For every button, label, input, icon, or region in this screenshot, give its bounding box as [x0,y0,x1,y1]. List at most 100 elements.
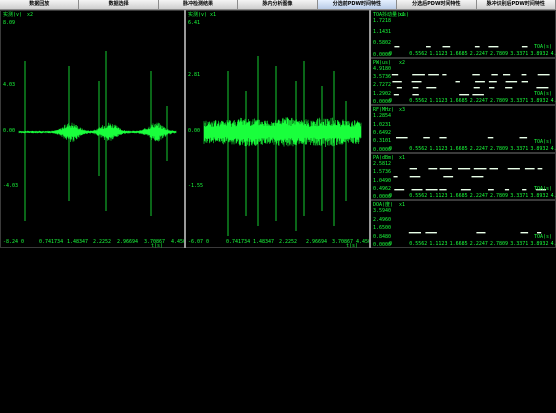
pdw-panel-5: DOA(度) x1 3.5940 2.4960 1.6500 0.8480 0.0000 TO… [370,200,556,248]
left-ytick-2: 4.03 [3,82,16,88]
middle-waveform-plot: 实测(v) x1 2.81 0.00 -1.55 -6.07 6.41 0 0.… [185,10,377,249]
pdw-mark [439,188,447,191]
pdw-mark [425,232,437,234]
pdw-mark [458,167,471,170]
pdw-mark [443,175,454,178]
pdw-panel-3-xtick-2: 0.5562 [409,145,428,152]
pdw-mark [521,80,528,82]
left-plot-title: 实测(v) [3,12,23,18]
pdw-mark [475,80,485,82]
tab-1[interactable]: 数据回放 [0,0,80,10]
pdw-panel-tag-3: x3 [399,107,406,114]
pdw-panel-1-ytick-3: 0.5802 [373,40,392,47]
pdw-panel-tag-5: x1 [399,202,406,209]
left-xtick-4: 2.2252 [93,239,112,245]
pdw-mark [472,73,480,75]
pdw-panel-4-xtick-3: 1.1123 [429,193,448,200]
pdw-panel-2-xtick-3: 1.1123 [429,98,448,105]
pdw-mark [423,137,430,139]
pdw-mark [537,167,543,170]
pdw-panel-1: TOA抖动量(us) x1 1.7218 1.1431 0.5802 0.0000 TOA(… [370,10,556,58]
left-waveform-plot: 实测(v) x2 8.09 4.03 0.00 -4.03 -8.24 0 0.… [0,10,192,249]
pdw-mark [408,232,421,234]
pdw-panel-1-ytick-1: 1.7218 [373,18,392,24]
pdw-panel-5-xtick-8: 3.8932 [530,240,549,247]
pdw-mark [396,86,402,88]
tab-6[interactable]: 分选后PDW时间特性 [397,0,477,10]
pdw-mark [504,188,510,191]
pdw-mark [489,167,498,170]
pdw-panel-5-ytick-1: 3.5940 [373,208,392,215]
pdw-mark [488,188,494,191]
tab-3[interactable]: 脉冲检测结果 [158,0,239,10]
pdw-mark [537,73,550,75]
pdw-panel-4-ytick-2: 1.5736 [373,169,392,176]
pdw-panel-5-xtick-2: 0.5562 [409,240,428,247]
left-xtick-2: 0.741734 [39,239,64,245]
pdw-panel-2-xtick-8: 3.8932 [530,98,549,105]
pdw-mark [412,86,419,88]
pdw-panel-1-xtick-1: 0 [389,50,393,57]
middle-xaxis-tag: t(s) [346,243,359,249]
pdw-panel-4-xtick-2: 0.5562 [409,193,428,200]
pdw-mark [391,73,399,75]
pdw-mark [505,80,518,82]
pdw-panel-4: PA(dBm) x1 2.5812 1.5736 1.0490 0.4962 0.0000 T… [370,152,556,201]
pdw-mark [460,188,471,191]
tab-5[interactable]: 分选前PDW时间特性 [317,0,398,10]
pdw-mark [439,167,452,170]
middle-ytick-1: 6.41 [188,20,201,26]
pdw-mark [411,188,423,191]
pdw-panel-title-2: PW(us) [373,59,392,66]
pdw-panel-2-xtick-2: 0.5562 [409,98,428,105]
pdw-mark [412,93,419,95]
pdw-panel-2-xtick-1: 0 [389,98,393,105]
pdw-panel-5-xtick-9: 4.4494 [550,240,556,247]
pdw-panel-4-xtick-8: 3.8932 [530,193,549,200]
middle-ytick-3: 0.00 [188,128,201,134]
tab-bar: 数据回放 数据选择 脉冲检测结果 脉内分析图像 分选前PDW时间特性 分选后PDW时间特性… [0,0,556,10]
pdw-mark [521,46,528,48]
waveform-envelope [18,122,177,142]
pdw-panel-4-xtick-5: 2.2247 [469,193,488,200]
pdw-panel-2: PW(us) x2 4.9180 3.5736 2.7272 1.2902 0.0000 TO… [370,57,556,106]
middle-waveform-trace [203,56,362,236]
middle-ytick-2: 2.81 [188,72,201,78]
tab-2[interactable]: 数据选择 [79,0,159,10]
pdw-panel-xaxis-tag-4: TOA(s) [533,186,552,193]
pdw-mark [524,167,535,170]
pdw-panel-2-ytick-2: 3.5736 [373,73,392,80]
pdw-panel-4-xtick-9: 4.4494 [550,193,556,200]
pdw-panel-5-ytick-2: 2.4960 [373,216,392,223]
pdw-panel-tag-1: x1 [399,12,406,18]
tab-7[interactable]: 脉冲识别后PDW时间特性 [476,0,556,10]
pdw-panel-2-xtick-7: 3.3371 [510,98,529,105]
pdw-panel-1-xtick-2: 0.5562 [409,50,428,57]
pdw-mark [409,175,421,178]
tab-4[interactable]: 脉内分析图像 [238,0,318,10]
pdw-mark [471,175,484,178]
pdw-panel-xaxis-tag-5: TOA(s) [533,233,552,240]
pdw-panel-3-xtick-3: 1.1123 [429,145,448,152]
pdw-panel-3-xtick-5: 2.2247 [469,145,488,152]
pdw-mark [474,46,480,48]
pdw-mark [522,188,527,191]
middle-xtick-1: 0 [206,239,210,245]
pdw-panel-5-xtick-3: 1.1123 [429,240,448,247]
middle-xtick-2: 0.741734 [226,239,251,245]
pdw-panel-4-ytick-1: 2.5812 [373,160,392,167]
pdw-panel-1-xtick-9: 4.4494 [550,50,556,57]
pdw-mark [503,73,511,75]
pdw-panel-xaxis-tag-1: TOA(s) [533,43,552,50]
pdw-panel-5-xtick-5: 2.2247 [469,240,488,247]
pdw-panel-3-ytick-3: 0.6492 [373,129,392,136]
pdw-panels: TOA抖动量(us) x1 1.7218 1.1431 0.5802 0.0000 TOA(… [370,10,556,248]
pdw-mark [473,86,480,88]
left-xtick-3: 1.48347 [67,239,89,245]
pdw-mark [491,73,498,75]
left-divider [184,10,186,248]
pdw-panel-3-ytick-4: 0.3101 [373,138,392,145]
pdw-panel-4-ytick-3: 1.0490 [373,177,392,184]
waveform-envelope [203,117,362,147]
pdw-mark [392,80,402,82]
